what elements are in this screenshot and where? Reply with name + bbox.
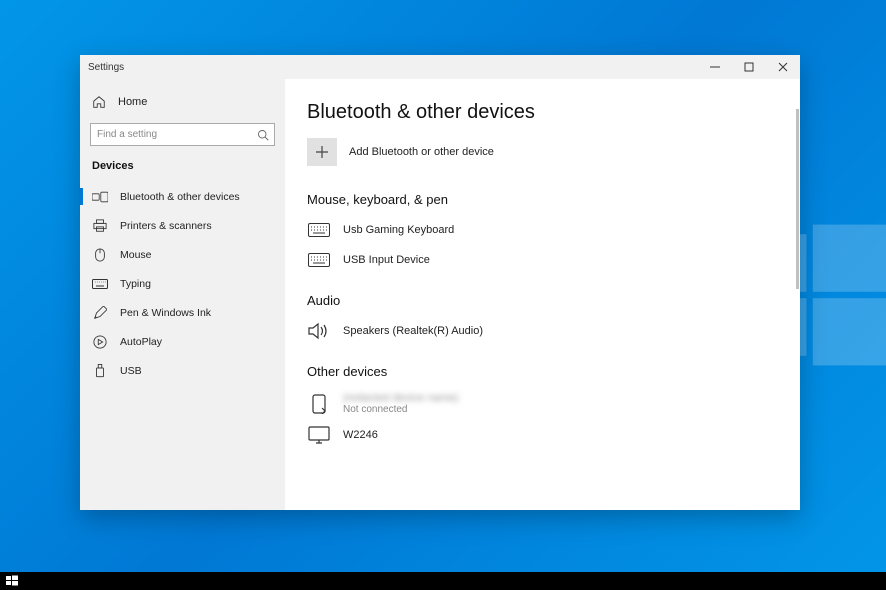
sidebar-item-usb[interactable]: USB <box>80 356 285 385</box>
keyboard-device-icon <box>307 223 331 237</box>
sidebar-nav: Bluetooth & other devices Printers & sca… <box>80 182 285 385</box>
sidebar-item-pen[interactable]: Pen & Windows Ink <box>80 298 285 327</box>
close-icon <box>778 62 788 72</box>
add-device-row[interactable]: Add Bluetooth or other device <box>307 138 772 166</box>
sidebar-item-label: Mouse <box>120 249 152 261</box>
content-pane: Bluetooth & other devices Add Bluetooth … <box>285 79 800 510</box>
device-row[interactable]: (redacted device name) Not connected <box>307 387 772 420</box>
window-body: Home Devices Bluetooth & other devices <box>80 79 800 510</box>
sidebar-item-bluetooth-devices[interactable]: Bluetooth & other devices <box>80 182 285 211</box>
usb-icon <box>92 364 108 378</box>
keyboard-icon <box>92 279 108 289</box>
maximize-icon <box>744 62 754 72</box>
sidebar-home-link[interactable]: Home <box>80 89 285 115</box>
close-button[interactable] <box>766 55 800 79</box>
keyboard-device-icon <box>307 253 331 267</box>
pen-icon <box>92 306 108 320</box>
sidebar-item-printers[interactable]: Printers & scanners <box>80 211 285 240</box>
autoplay-icon <box>92 335 108 349</box>
add-device-label: Add Bluetooth or other device <box>349 146 494 158</box>
plus-icon <box>315 145 329 159</box>
search-wrap <box>90 123 275 146</box>
windows-logo-icon <box>6 575 18 587</box>
sidebar: Home Devices Bluetooth & other devices <box>80 79 285 510</box>
minimize-button[interactable] <box>698 55 732 79</box>
mouse-icon <box>92 248 108 262</box>
monitor-icon <box>307 426 331 444</box>
sidebar-item-mouse[interactable]: Mouse <box>80 240 285 269</box>
sidebar-item-typing[interactable]: Typing <box>80 269 285 298</box>
printer-icon <box>92 219 108 233</box>
taskbar[interactable] <box>0 572 886 590</box>
settings-window: Settings Home Devices <box>80 55 800 510</box>
device-row[interactable]: Speakers (Realtek(R) Audio) <box>307 316 772 346</box>
page-title: Bluetooth & other devices <box>307 101 772 124</box>
section-title-other: Other devices <box>307 364 772 379</box>
titlebar: Settings <box>80 55 800 79</box>
device-status: Not connected <box>343 404 459 415</box>
device-row[interactable]: Usb Gaming Keyboard <box>307 215 772 245</box>
start-button[interactable] <box>6 575 18 587</box>
device-name: USB Input Device <box>343 254 430 266</box>
sidebar-home-label: Home <box>118 96 147 108</box>
device-row[interactable]: USB Input Device <box>307 245 772 275</box>
maximize-button[interactable] <box>732 55 766 79</box>
sidebar-item-label: AutoPlay <box>120 336 162 348</box>
speaker-icon <box>307 322 331 340</box>
device-name: Usb Gaming Keyboard <box>343 224 454 236</box>
device-name: Speakers (Realtek(R) Audio) <box>343 325 483 337</box>
sidebar-category-label: Devices <box>80 156 285 182</box>
desktop: Settings Home Devices <box>0 0 886 590</box>
device-row[interactable]: W2246 <box>307 420 772 450</box>
search-input[interactable] <box>90 123 275 146</box>
sidebar-item-label: Typing <box>120 278 151 290</box>
search-icon <box>257 129 269 141</box>
titlebar-title: Settings <box>80 62 698 73</box>
device-name: (redacted device name) <box>343 392 459 404</box>
sidebar-item-label: Pen & Windows Ink <box>120 307 211 319</box>
sidebar-item-autoplay[interactable]: AutoPlay <box>80 327 285 356</box>
sidebar-item-label: USB <box>120 365 142 377</box>
phone-icon <box>307 394 331 414</box>
home-icon <box>92 95 106 109</box>
section-title-audio: Audio <box>307 293 772 308</box>
device-name: W2246 <box>343 429 378 441</box>
sidebar-item-label: Printers & scanners <box>120 220 212 232</box>
scrollbar-thumb[interactable] <box>796 109 799 289</box>
minimize-icon <box>710 62 720 72</box>
add-device-button[interactable] <box>307 138 337 166</box>
section-title-mkp: Mouse, keyboard, & pen <box>307 192 772 207</box>
sidebar-item-label: Bluetooth & other devices <box>120 191 240 203</box>
bluetooth-devices-icon <box>92 190 108 204</box>
